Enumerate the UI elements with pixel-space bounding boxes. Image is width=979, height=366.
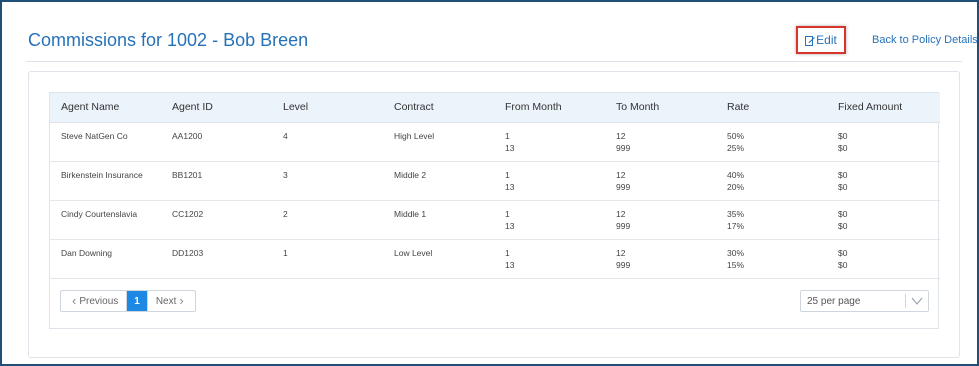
page-title: Commissions for 1002 - Bob Breen [28, 30, 309, 50]
cell-rate: 35% 17% [716, 200, 827, 240]
page-header: Commissions for 1002 - Bob Breen Edit Ba… [26, 22, 978, 62]
table-row[interactable]: Steve NatGen Co AA1200 4 High Level 1 13 … [50, 122, 940, 162]
table-header-row: Agent Name Agent ID Level Contract From … [50, 93, 940, 123]
to-month-value: 999 [616, 259, 631, 270]
cell-from-month: 1 13 [494, 239, 605, 279]
from-month-value: 1 [505, 208, 510, 219]
column-header-agent-name[interactable]: Agent Name [50, 93, 161, 123]
column-header-contract[interactable]: Contract [383, 93, 494, 123]
cell-contract: Low Level [383, 239, 494, 279]
cell-from-month: 1 13 [494, 161, 605, 201]
cell-level: 4 [272, 122, 383, 162]
cell-level: 3 [272, 161, 383, 201]
from-month-value: 1 [505, 130, 510, 141]
to-month-value: 12 [616, 169, 626, 180]
rate-value: 25% [727, 142, 745, 153]
column-header-fixed-amount[interactable]: Fixed Amount [827, 93, 940, 123]
pagination: ‹ Previous 1 Next › [60, 290, 196, 312]
cell-agent-name: Steve NatGen Co [50, 122, 161, 162]
from-month-value: 13 [505, 142, 515, 153]
cell-fixed-amount: $0 $0 [827, 161, 940, 201]
chevron-left-icon: ‹ [72, 293, 77, 308]
fixed-amount-value: $0 [838, 169, 848, 180]
cell-agent-id: CC1202 [161, 200, 272, 240]
cell-contract: Middle 1 [383, 200, 494, 240]
cell-fixed-amount: $0 $0 [827, 200, 940, 240]
next-page-button[interactable]: Next › [146, 291, 195, 311]
from-month-value: 13 [505, 259, 515, 270]
rate-value: 17% [727, 220, 745, 231]
fixed-amount-value: $0 [838, 247, 848, 258]
cell-to-month: 12 999 [605, 161, 716, 201]
cell-from-month: 1 13 [494, 122, 605, 162]
cell-to-month: 12 999 [605, 200, 716, 240]
cell-rate: 40% 20% [716, 161, 827, 201]
fixed-amount-value: $0 [838, 130, 848, 141]
to-month-value: 999 [616, 181, 631, 192]
rate-value: 50% [727, 130, 745, 141]
cell-level: 1 [272, 239, 383, 279]
rate-value: 20% [727, 181, 745, 192]
cell-contract: High Level [383, 122, 494, 162]
fixed-amount-value: $0 [838, 181, 848, 192]
page-button-current[interactable]: 1 [126, 291, 147, 311]
cell-contract: Middle 2 [383, 161, 494, 201]
column-header-to-month[interactable]: To Month [605, 93, 716, 123]
rate-value: 15% [727, 259, 745, 270]
table-row[interactable]: Cindy Courtenslavia CC1202 2 Middle 1 11… [50, 200, 940, 240]
fixed-amount-value: $0 [838, 208, 848, 219]
cell-agent-name: Birkenstein Insurance [50, 161, 161, 201]
select-divider [905, 294, 906, 308]
fixed-amount-value: $0 [838, 142, 848, 153]
cell-agent-id: DD1203 [161, 239, 272, 279]
cell-from-month: 1 13 [494, 200, 605, 240]
app-frame: Commissions for 1002 - Bob Breen Edit Ba… [0, 0, 979, 366]
edit-label: Edit [816, 33, 837, 47]
rate-value: 30% [727, 247, 745, 258]
column-header-rate[interactable]: Rate [716, 93, 827, 123]
to-month-value: 999 [616, 142, 631, 153]
from-month-value: 13 [505, 220, 515, 231]
previous-page-button[interactable]: ‹ Previous [61, 291, 126, 311]
previous-label: Previous [79, 295, 119, 307]
from-month-value: 1 [505, 169, 510, 180]
edit-icon [805, 35, 815, 46]
back-to-policy-link[interactable]: Back to Policy Details [872, 34, 978, 46]
to-month-value: 12 [616, 247, 626, 258]
per-page-select[interactable]: 25 per page [800, 290, 929, 312]
to-month-value: 12 [616, 130, 626, 141]
cell-agent-id: AA1200 [161, 122, 272, 162]
to-month-value: 999 [616, 220, 631, 231]
column-header-agent-id[interactable]: Agent ID [161, 93, 272, 123]
cell-to-month: 12 999 [605, 239, 716, 279]
from-month-value: 13 [505, 181, 515, 192]
cell-agent-name: Cindy Courtenslavia [50, 200, 161, 240]
cell-to-month: 12 999 [605, 122, 716, 162]
cell-rate: 50% 25% [716, 122, 827, 162]
fixed-amount-value: $0 [838, 220, 848, 231]
chevron-down-icon [911, 297, 923, 305]
cell-fixed-amount: $0 $0 [827, 239, 940, 279]
commissions-table: Agent Name Agent ID Level Contract From … [49, 92, 940, 329]
commissions-card: Agent Name Agent ID Level Contract From … [28, 71, 960, 358]
edit-button[interactable]: Edit [796, 26, 846, 54]
from-month-value: 1 [505, 247, 510, 258]
cell-agent-id: BB1201 [161, 161, 272, 201]
rate-value: 35% [727, 208, 745, 219]
rate-value: 40% [727, 169, 745, 180]
cell-level: 2 [272, 200, 383, 240]
column-header-from-month[interactable]: From Month [494, 93, 605, 123]
chevron-right-icon: › [179, 293, 184, 308]
table-row[interactable]: Birkenstein Insurance BB1201 3 Middle 2 … [50, 161, 940, 201]
table-row[interactable]: Dan Downing DD1203 1 Low Level 1 13 12 999… [50, 239, 940, 279]
cell-fixed-amount: $0 $0 [827, 122, 940, 162]
fixed-amount-value: $0 [838, 259, 848, 270]
to-month-value: 12 [616, 208, 626, 219]
next-label: Next [155, 295, 177, 307]
per-page-value: 25 per page [807, 295, 861, 307]
cell-agent-name: Dan Downing [50, 239, 161, 279]
column-header-level[interactable]: Level [272, 93, 383, 123]
cell-rate: 30% 15% [716, 239, 827, 279]
